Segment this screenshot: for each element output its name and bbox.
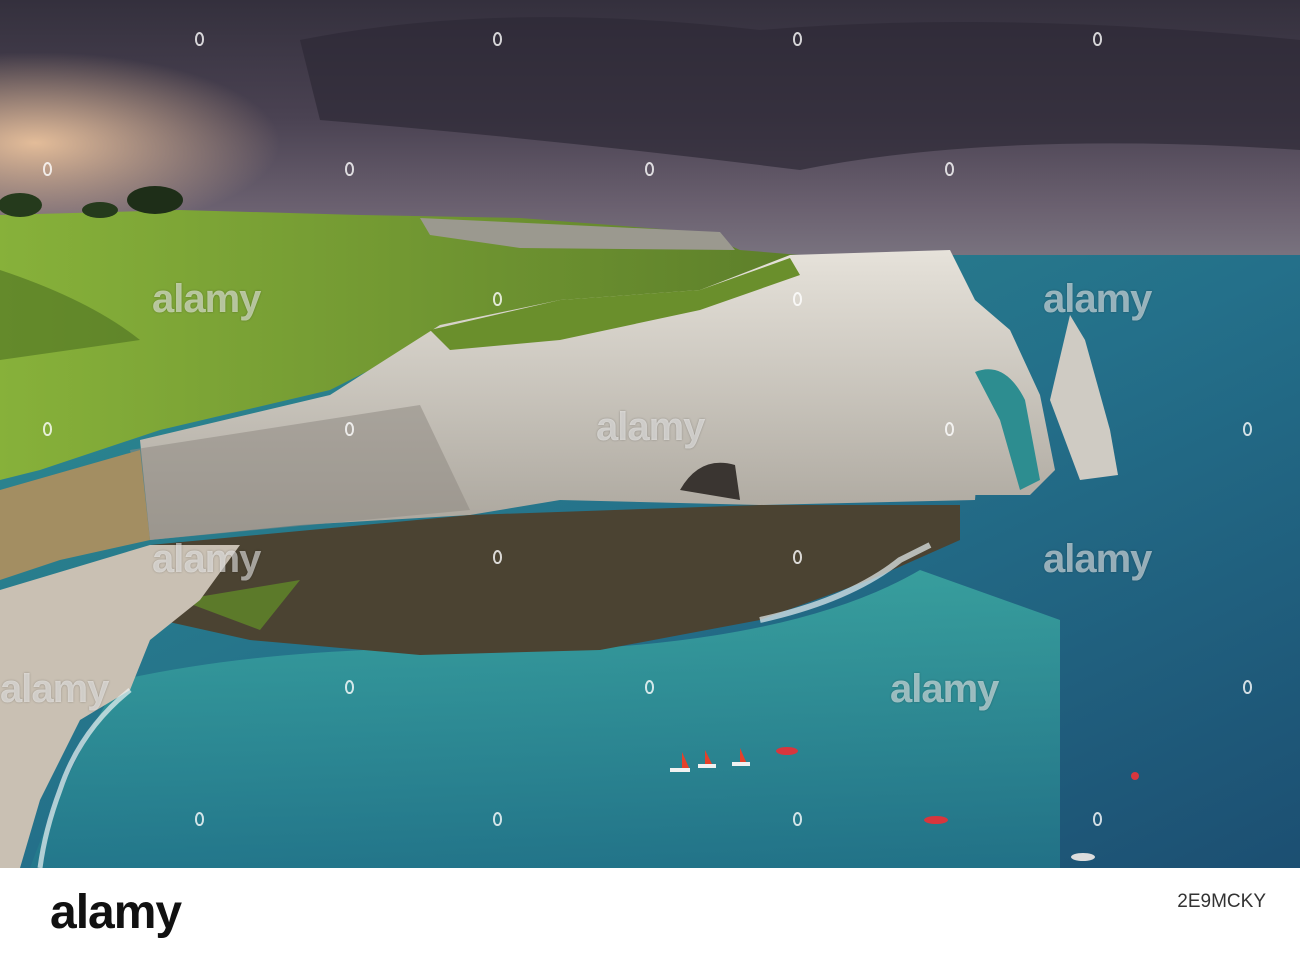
watermark-pin-icon [493, 292, 502, 306]
buoy [1131, 772, 1139, 780]
watermark-pin-icon [945, 422, 954, 436]
watermark-pin-icon [195, 32, 204, 46]
watermark-pin-icon [345, 422, 354, 436]
watermark-pin-icon [1093, 812, 1102, 826]
watermark: alamy [1043, 277, 1152, 321]
watermark-pin-icon [493, 812, 502, 826]
hull [732, 762, 750, 766]
watermark-pin-icon [345, 680, 354, 694]
tree-cluster [82, 202, 118, 218]
watermark: alamy [596, 405, 705, 449]
dinghy [776, 747, 798, 755]
watermark: alamy [1043, 537, 1152, 581]
tree-cluster [127, 186, 183, 214]
dinghy [924, 816, 948, 824]
watermark-pin-icon [43, 162, 52, 176]
image-id-label: 2E9MCKY [1177, 891, 1266, 912]
watermark: alamy [890, 667, 999, 711]
watermark: alamy [152, 537, 261, 581]
hull [670, 768, 690, 772]
watermark-pin-icon [1243, 680, 1252, 694]
hull [698, 764, 716, 768]
motorboat [1071, 853, 1095, 861]
watermark-pin-icon [1093, 32, 1102, 46]
watermark-pin-icon [945, 162, 954, 176]
watermark-pin-icon [493, 32, 502, 46]
watermark-pin-icon [793, 32, 802, 46]
watermark-pin-icon [793, 550, 802, 564]
watermark-pin-icon [43, 422, 52, 436]
watermark-pin-icon [793, 812, 802, 826]
brand-logo: alamy [50, 886, 182, 939]
tree-cluster [0, 193, 42, 217]
watermark: alamy [0, 667, 109, 711]
watermark-pin-icon [195, 812, 204, 826]
watermark-pin-icon [1243, 422, 1252, 436]
watermark: alamy [152, 277, 261, 321]
watermark-pin-icon [793, 292, 802, 306]
watermark-pin-icon [345, 162, 354, 176]
watermark-pin-icon [645, 680, 654, 694]
watermark-pin-icon [645, 162, 654, 176]
footer-bar [0, 868, 1300, 957]
watermark-pin-icon [493, 550, 502, 564]
